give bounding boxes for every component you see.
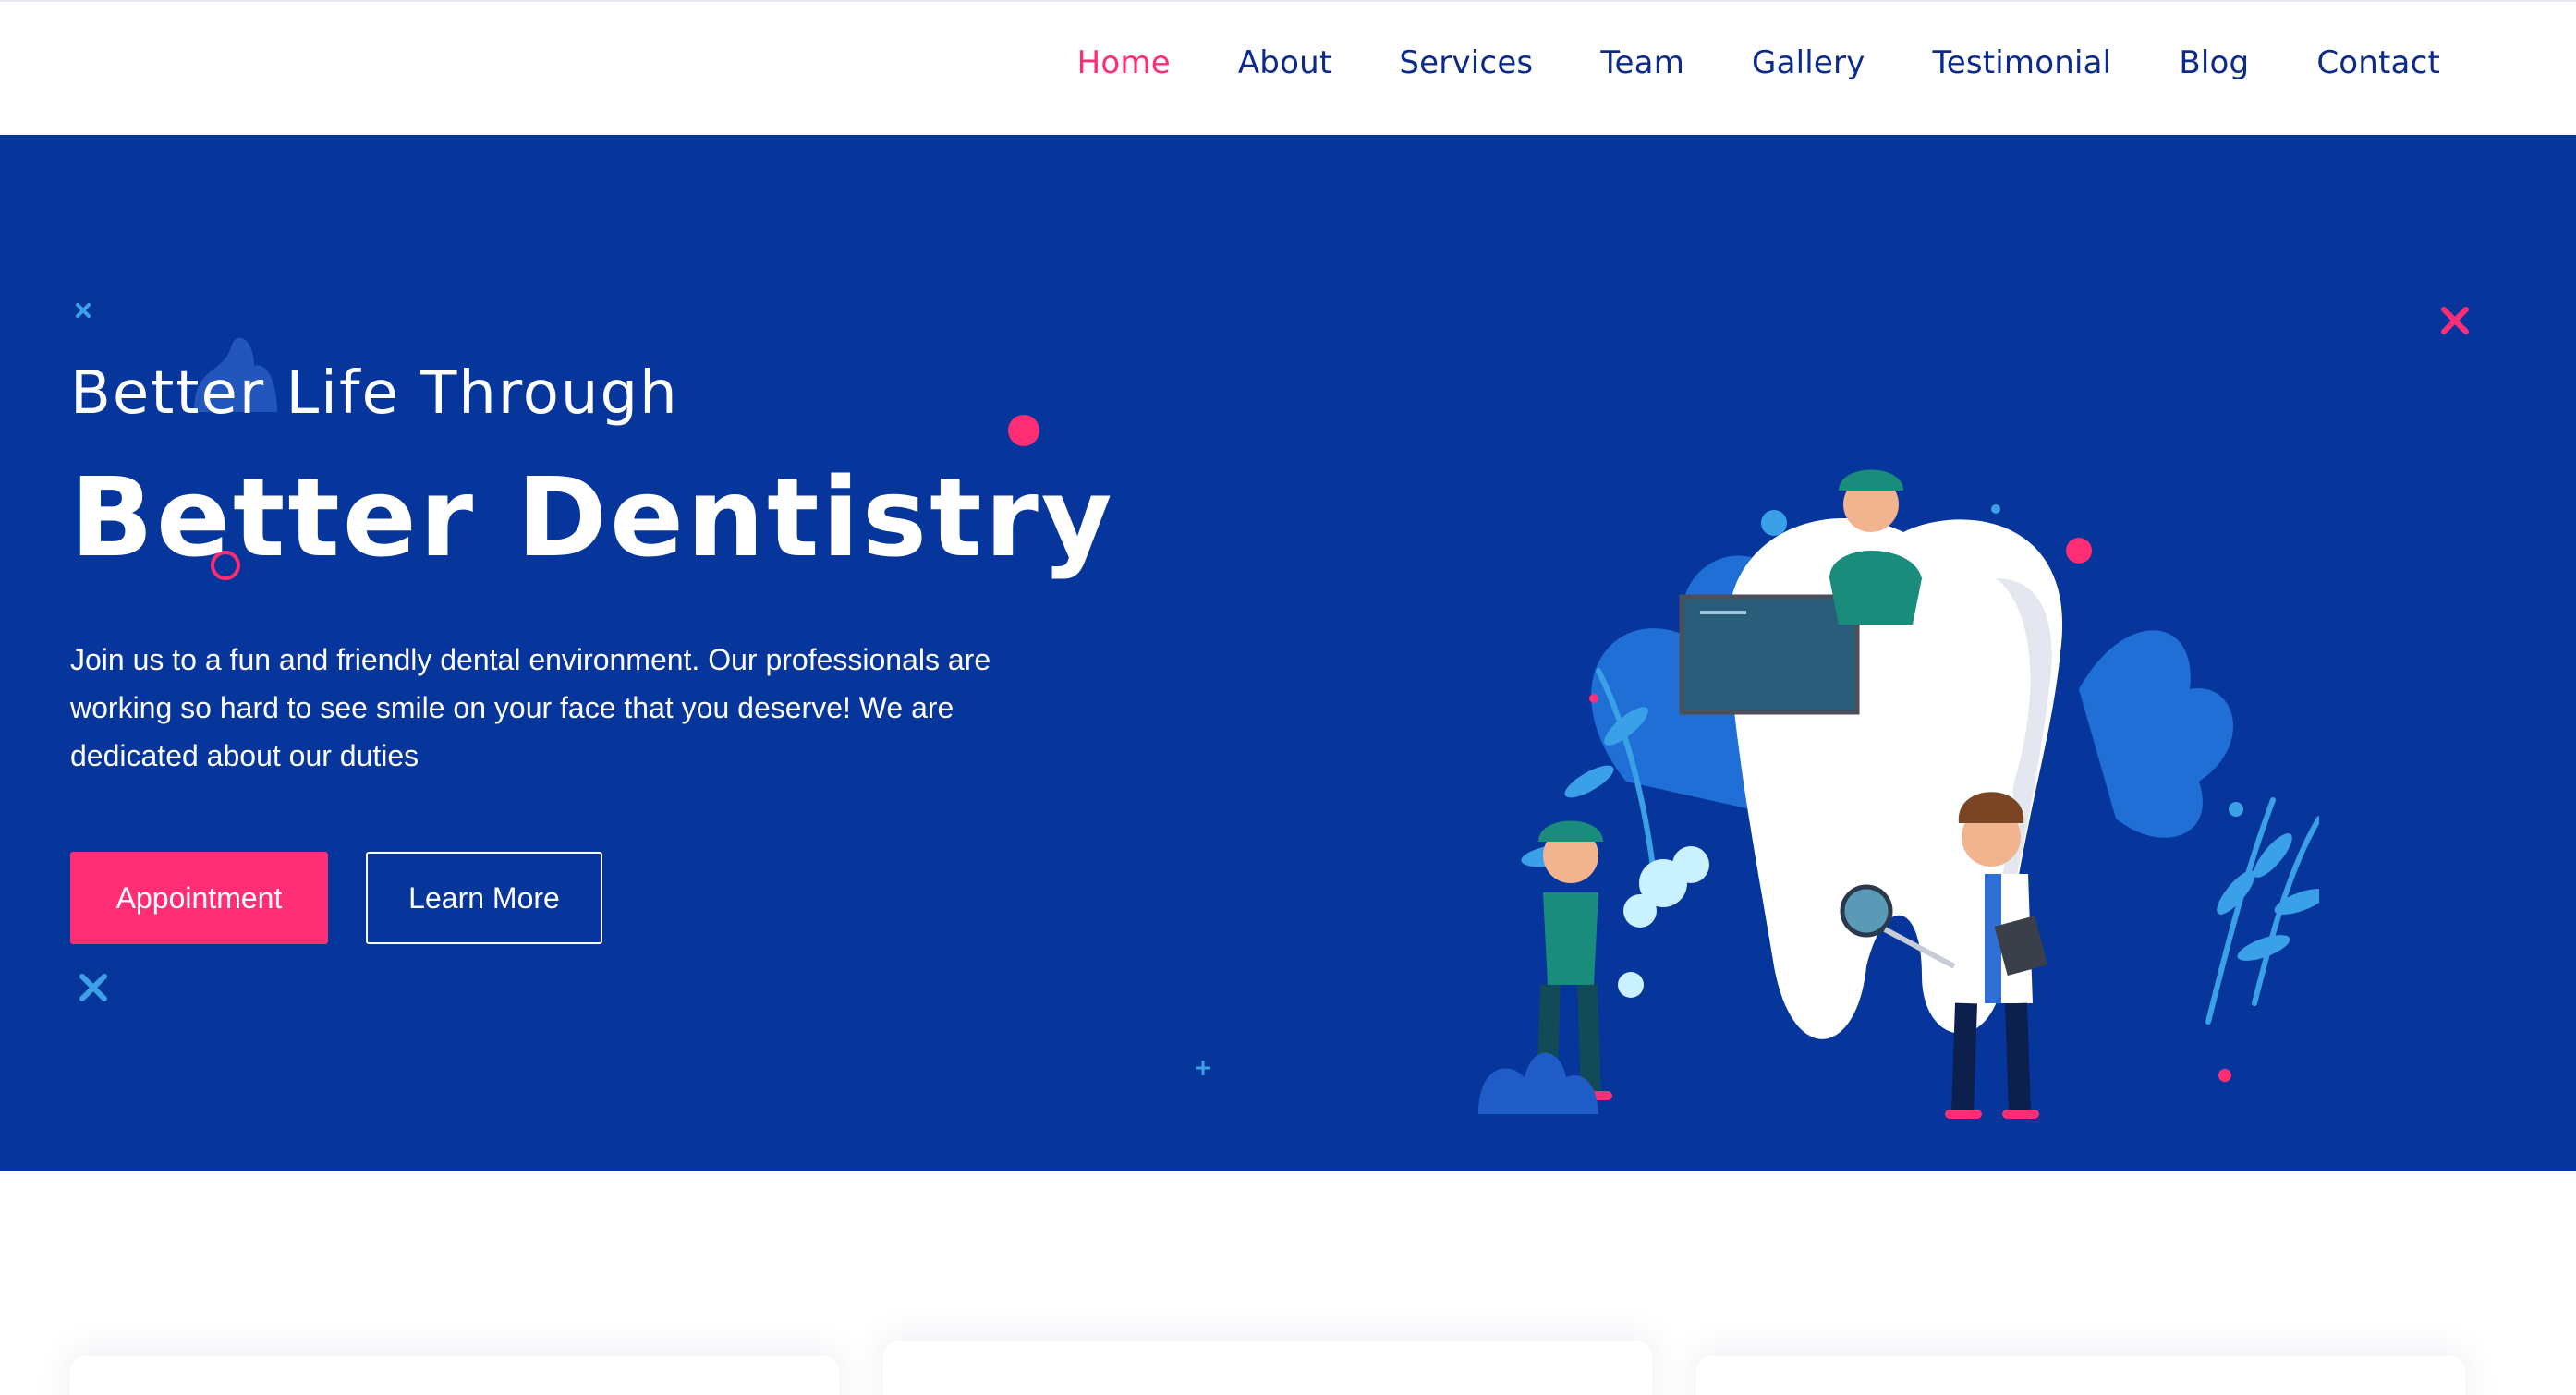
- dentist-tooth-illustration-icon: [1478, 469, 2319, 1119]
- learn-more-button[interactable]: Learn More: [366, 852, 602, 944]
- cross-icon: [2441, 307, 2469, 334]
- nav-contact[interactable]: Contact: [2316, 44, 2440, 81]
- nav-home[interactable]: Home: [1077, 44, 1171, 81]
- nav-team[interactable]: Team: [1600, 44, 1684, 81]
- appointment-button[interactable]: Appointment: [70, 852, 328, 944]
- cross-icon: [79, 974, 107, 1001]
- nav-services[interactable]: Services: [1399, 44, 1533, 81]
- feature-card: [1696, 1356, 2465, 1395]
- feature-card: [70, 1356, 839, 1395]
- top-navbar: Home About Services Team Gallery Testimo…: [0, 0, 2576, 135]
- main-menu: Home About Services Team Gallery Testimo…: [1010, 44, 2440, 81]
- hero-description: Join us to a fun and friendly dental env…: [70, 643, 991, 772]
- dot-icon: [1008, 415, 1039, 446]
- feature-card: [883, 1341, 1652, 1395]
- plus-icon: [1196, 1061, 1210, 1075]
- hero-subtitle: Better Life Through: [70, 359, 679, 428]
- hero-section: Better Life Through Better Dentistry Joi…: [0, 135, 2576, 1171]
- features-section: [0, 1171, 2576, 1395]
- nav-blog[interactable]: Blog: [2179, 44, 2249, 81]
- hero-title: Better Dentistry: [70, 454, 1115, 581]
- nav-testimonial[interactable]: Testimonial: [1933, 44, 2112, 81]
- sparkle-icon: [76, 303, 91, 318]
- nav-about[interactable]: About: [1238, 44, 1332, 81]
- nav-gallery[interactable]: Gallery: [1752, 44, 1865, 81]
